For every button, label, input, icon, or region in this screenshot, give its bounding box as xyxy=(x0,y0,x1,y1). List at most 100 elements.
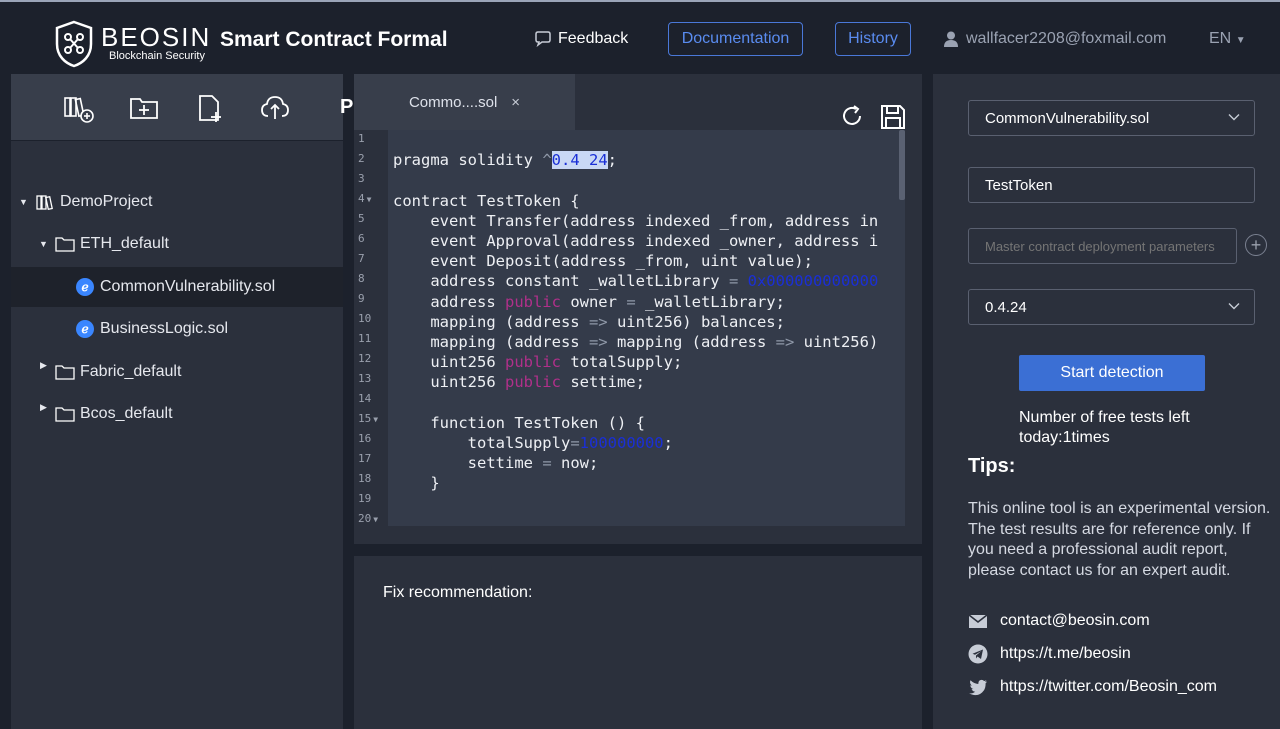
fold-icon[interactable]: ▼ xyxy=(373,415,378,424)
compiler-version-select[interactable]: 0.4.24 xyxy=(968,289,1255,325)
tree-item-businesslogic-sol[interactable]: ℯ BusinessLogic.sol xyxy=(11,309,343,349)
contract-file-select[interactable]: CommonVulnerability.sol xyxy=(968,100,1255,136)
line-number: 7 xyxy=(358,252,365,265)
code-line: event Deposit(address _from, uint value)… xyxy=(393,252,813,271)
line-number: 10 xyxy=(358,312,372,325)
line-number: 5 xyxy=(358,212,365,225)
new-project-icon[interactable] xyxy=(63,92,95,124)
contract-name-value: TestToken xyxy=(985,176,1053,194)
contact-email[interactable]: contact@beosin.com xyxy=(968,611,1150,631)
tree-item-label: CommonVulnerability.sol xyxy=(100,278,276,295)
fix-recommendation-panel: Fix recommendation: xyxy=(354,556,922,729)
tab-commonvulnerability[interactable]: Commo....sol × xyxy=(354,74,575,130)
code-area[interactable]: 1 2 3 4 ▼ 5 6 7 8 9 10 11 12 13 14 15 ▼ 16… xyxy=(354,130,905,526)
code-line: totalSupply=100000000; xyxy=(393,434,673,452)
tree-item-label: BusinessLogic.sol xyxy=(100,320,229,337)
line-number: 12 xyxy=(358,352,372,365)
editor-scrollbar[interactable] xyxy=(899,130,905,200)
code-line: } xyxy=(393,474,440,493)
start-detection-button[interactable]: Start detection xyxy=(1019,355,1205,391)
feedback-link[interactable]: Feedback xyxy=(534,30,628,48)
line-number: 9 xyxy=(358,292,365,305)
solidity-file-icon: ℯ xyxy=(76,320,94,338)
contract-file-value: CommonVulnerability.sol xyxy=(985,109,1150,127)
line-number: 19 xyxy=(358,492,372,505)
chevron-down-icon xyxy=(1228,114,1240,121)
save-icon[interactable] xyxy=(880,104,906,130)
tree-item-bcos-default[interactable]: ▶ Bcos_default xyxy=(11,394,343,434)
folder-icon xyxy=(55,407,75,422)
new-file-icon[interactable] xyxy=(194,92,226,124)
tree-item-commonvulnerability-sol[interactable]: ℯ CommonVulnerability.sol xyxy=(11,267,343,307)
line-number: 16 xyxy=(358,432,372,445)
brand-name: BEOSIN xyxy=(101,22,212,52)
add-parameter-icon[interactable]: + xyxy=(1245,234,1267,256)
tree-item-label: ETH_default xyxy=(80,235,169,252)
solidity-file-icon: ℯ xyxy=(76,278,94,296)
code-line: address public owner = _walletLibrary; xyxy=(393,292,785,311)
contact-telegram[interactable]: https://t.me/beosin xyxy=(968,644,1131,664)
contact-email-text: contact@beosin.com xyxy=(1000,612,1150,629)
caret-down-icon[interactable]: ▼ xyxy=(19,197,28,207)
tree-item-eth-default[interactable]: ▼ ETH_default xyxy=(11,224,343,264)
deployment-params-field[interactable] xyxy=(968,228,1237,264)
line-number: 3 xyxy=(358,172,365,185)
user-account[interactable]: wallfacer2208@foxmail.com xyxy=(944,30,1166,48)
line-number: 18 xyxy=(358,472,372,485)
tree-item-demoproject[interactable]: ▼ DemoProject xyxy=(11,182,343,222)
new-folder-icon[interactable] xyxy=(128,92,160,124)
line-number: 2 xyxy=(358,152,365,165)
line-number-gutter: 1 2 3 4 ▼ 5 6 7 8 9 10 11 12 13 14 15 ▼ 16… xyxy=(354,130,388,526)
fix-recommendation-title: Fix recommendation: xyxy=(383,584,533,601)
project-sidebar: ▼ DemoProject ▼ ETH_default ℯ CommonVuln… xyxy=(11,74,343,729)
tips-title: Tips: xyxy=(968,455,1016,477)
line-number: 11 xyxy=(358,332,372,345)
fold-icon[interactable]: ▼ xyxy=(373,515,378,524)
beosin-logo-icon xyxy=(55,20,93,68)
line-number: 8 xyxy=(358,272,365,285)
close-icon[interactable]: × xyxy=(511,94,520,111)
caret-right-icon[interactable]: ▶ xyxy=(40,360,47,371)
contact-twitter[interactable]: https://twitter.com/Beosin_com xyxy=(968,677,1217,697)
sidebar-toolbar xyxy=(11,74,343,141)
language-label: EN xyxy=(1209,30,1232,47)
line-number: 17 xyxy=(358,452,372,465)
caret-down-icon[interactable]: ▼ xyxy=(39,239,48,249)
code-line: uint256 public totalSupply; xyxy=(393,353,683,372)
line-number: 6 xyxy=(358,232,365,245)
chevron-down-icon xyxy=(1228,303,1240,310)
caret-right-icon[interactable]: ▶ xyxy=(40,402,47,413)
user-icon xyxy=(944,31,958,47)
caret-down-icon: ▼ xyxy=(1235,35,1246,46)
app-title: Smart Contract Formal xyxy=(220,28,448,51)
top-bar: BEOSIN Blockchain Security Smart Contrac… xyxy=(0,0,1280,74)
code-line: contract TestToken { xyxy=(393,191,580,210)
feedback-label: Feedback xyxy=(558,30,629,47)
refresh-icon[interactable] xyxy=(840,104,864,128)
documentation-button[interactable]: Documentation xyxy=(668,22,803,56)
code-line: settime = now; xyxy=(393,454,599,473)
line-number: 14 xyxy=(358,392,372,405)
code-line: event Transfer(address indexed _from, ad… xyxy=(393,211,879,230)
contact-twitter-text: https://twitter.com/Beosin_com xyxy=(1000,678,1217,695)
fold-icon[interactable]: ▼ xyxy=(367,195,372,204)
code-line: event Approval(address indexed _owner, a… xyxy=(393,232,879,250)
code-line: mapping (address => uint256) balances; xyxy=(393,312,785,331)
brand-subtitle: Blockchain Security xyxy=(109,50,205,62)
tree-item-label: Fabric_default xyxy=(80,363,182,380)
line-number-text: 4 xyxy=(358,192,365,205)
contract-name-input[interactable]: TestToken xyxy=(968,167,1255,203)
language-selector[interactable]: EN ▼ xyxy=(1209,30,1246,48)
code-line: function TestToken () { xyxy=(393,413,645,432)
upload-icon[interactable] xyxy=(259,92,291,124)
line-number: 1 xyxy=(358,132,365,145)
tree-item-fabric-default[interactable]: ▶ Fabric_default xyxy=(11,352,343,392)
line-number-text: 20 xyxy=(358,512,372,525)
line-number: 20 ▼ xyxy=(358,512,388,525)
folder-icon xyxy=(55,237,75,252)
history-button[interactable]: History xyxy=(835,22,911,56)
mail-icon xyxy=(968,614,988,628)
telegram-icon xyxy=(968,644,988,664)
deployment-params-input[interactable] xyxy=(985,238,1225,254)
line-number-text: 15 xyxy=(358,412,372,425)
